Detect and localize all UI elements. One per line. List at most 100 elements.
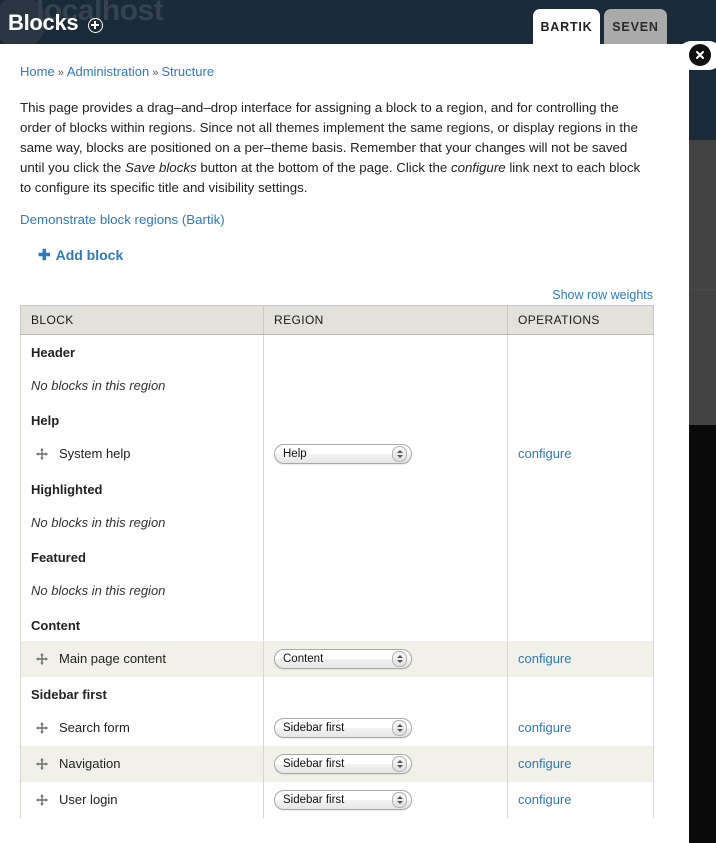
region-name: Sidebar first xyxy=(20,676,264,710)
select-stepper-icon[interactable] xyxy=(392,719,407,736)
select-stepper-icon[interactable] xyxy=(392,791,407,808)
region-header-row: Featured xyxy=(20,539,654,573)
column-header-region: REGION xyxy=(263,305,508,335)
block-name-cell: System help xyxy=(20,435,264,472)
table-row[interactable]: Main page content Content configure xyxy=(20,640,654,677)
show-row-weights-link[interactable]: Show row weights xyxy=(552,288,653,302)
demonstrate-block-regions-link[interactable]: Demonstrate block regions (Bartik) xyxy=(20,212,225,227)
region-empty-cell xyxy=(263,334,508,368)
intro-part-2: button at the bottom of the page. Click … xyxy=(196,160,451,175)
block-name-cell: Search form xyxy=(20,709,264,746)
region-header-row: Content xyxy=(20,607,654,641)
window-titlebar: localhost Blocks BARTIK SEVEN xyxy=(0,0,689,44)
region-select-cell: Sidebar first xyxy=(263,745,508,782)
empty-region-message: No blocks in this region xyxy=(20,367,264,403)
region-empty-cell xyxy=(263,471,508,505)
close-icon[interactable] xyxy=(689,44,711,66)
table-row[interactable]: User login Sidebar first configure xyxy=(20,781,654,818)
empty-region-message: No blocks in this region xyxy=(20,504,264,540)
region-empty-cell xyxy=(263,607,508,641)
drag-handle-icon[interactable] xyxy=(35,721,49,735)
region-empty-cell xyxy=(263,504,508,540)
region-select-value: Sidebar first xyxy=(283,793,345,806)
table-row[interactable]: System help Help configure xyxy=(20,435,654,472)
drag-handle-icon[interactable] xyxy=(35,447,49,461)
region-select-cell: Help xyxy=(263,435,508,472)
region-select[interactable]: Sidebar first xyxy=(274,789,412,810)
circle-plus-icon[interactable] xyxy=(88,18,103,33)
table-row[interactable]: Navigation Sidebar first configure xyxy=(20,745,654,782)
tab-bartik[interactable]: BARTIK xyxy=(533,9,600,44)
block-name: Search form xyxy=(59,720,130,735)
region-select[interactable]: Content xyxy=(274,648,412,669)
drag-handle-icon[interactable] xyxy=(35,793,49,807)
region-header-row: Sidebar first xyxy=(20,676,654,710)
add-block-button[interactable]: ✚ Add block xyxy=(38,247,123,263)
region-empty-cell xyxy=(263,402,508,436)
browser-window: localhost Blocks BARTIK SEVEN Home» Admin… xyxy=(0,0,689,843)
column-header-operations: OPERATIONS xyxy=(507,305,654,335)
region-select[interactable]: Sidebar first xyxy=(274,753,412,774)
operations-empty-cell xyxy=(507,572,654,608)
empty-region-row: No blocks in this region xyxy=(20,504,654,540)
region-select-value: Help xyxy=(283,447,307,460)
configure-link[interactable]: configure xyxy=(518,756,571,771)
block-name: User login xyxy=(59,792,118,807)
block-name: Main page content xyxy=(59,651,166,666)
region-select-value: Sidebar first xyxy=(283,721,345,734)
breadcrumb-item-structure[interactable]: Structure xyxy=(161,64,214,79)
empty-region-message: No blocks in this region xyxy=(20,572,264,608)
block-name-cell: Main page content xyxy=(20,640,264,677)
operations-empty-cell xyxy=(507,402,654,436)
intro-emphasis-save-blocks: Save blocks xyxy=(124,160,197,175)
breadcrumb: Home» Administration» Structure xyxy=(20,64,214,79)
region-header-row: Header xyxy=(20,334,654,368)
table-body: Header No blocks in this region Help System… xyxy=(20,334,654,818)
operations-cell: configure xyxy=(507,781,654,818)
operations-empty-cell xyxy=(507,367,654,403)
breadcrumb-item-home[interactable]: Home xyxy=(20,64,55,79)
block-name-cell: User login xyxy=(20,781,264,818)
region-name: Featured xyxy=(20,539,264,573)
configure-link[interactable]: configure xyxy=(518,446,571,461)
tab-seven[interactable]: SEVEN xyxy=(604,9,667,44)
region-empty-cell xyxy=(263,539,508,573)
page-description: This page provides a drag–and–drop inter… xyxy=(20,98,650,198)
breadcrumb-separator: » xyxy=(152,67,159,79)
region-select-cell: Sidebar first xyxy=(263,709,508,746)
region-select-value: Sidebar first xyxy=(283,757,345,770)
operations-empty-cell xyxy=(507,676,654,710)
select-stepper-icon[interactable] xyxy=(392,650,407,667)
region-select[interactable]: Help xyxy=(274,443,412,464)
table-header-row: BLOCK REGION OPERATIONS xyxy=(20,305,654,335)
region-name: Header xyxy=(20,334,264,368)
region-name: Content xyxy=(20,607,264,641)
select-stepper-icon[interactable] xyxy=(392,445,407,462)
region-empty-cell xyxy=(263,676,508,710)
region-name: Highlighted xyxy=(20,471,264,505)
column-header-block: BLOCK xyxy=(20,305,264,335)
region-header-row: Help xyxy=(20,402,654,436)
drag-handle-icon[interactable] xyxy=(35,757,49,771)
plus-icon: ✚ xyxy=(38,246,51,264)
configure-link[interactable]: configure xyxy=(518,792,571,807)
blocks-table: BLOCK REGION OPERATIONS Header No blocks … xyxy=(20,305,654,818)
table-row[interactable]: Search form Sidebar first configure xyxy=(20,709,654,746)
breadcrumb-separator: » xyxy=(57,67,64,79)
region-name: Help xyxy=(20,402,264,436)
empty-region-row: No blocks in this region xyxy=(20,367,654,403)
operations-empty-cell xyxy=(507,539,654,573)
operations-empty-cell xyxy=(507,334,654,368)
configure-link[interactable]: configure xyxy=(518,720,571,735)
region-empty-cell xyxy=(263,367,508,403)
region-select[interactable]: Sidebar first xyxy=(274,717,412,738)
drag-handle-icon[interactable] xyxy=(35,652,49,666)
operations-empty-cell xyxy=(507,607,654,641)
breadcrumb-item-administration[interactable]: Administration xyxy=(67,64,149,79)
configure-link[interactable]: configure xyxy=(518,651,571,666)
block-name-cell: Navigation xyxy=(20,745,264,782)
select-stepper-icon[interactable] xyxy=(392,755,407,772)
region-empty-cell xyxy=(263,572,508,608)
region-select-cell: Content xyxy=(263,640,508,677)
block-name: Navigation xyxy=(59,756,121,771)
